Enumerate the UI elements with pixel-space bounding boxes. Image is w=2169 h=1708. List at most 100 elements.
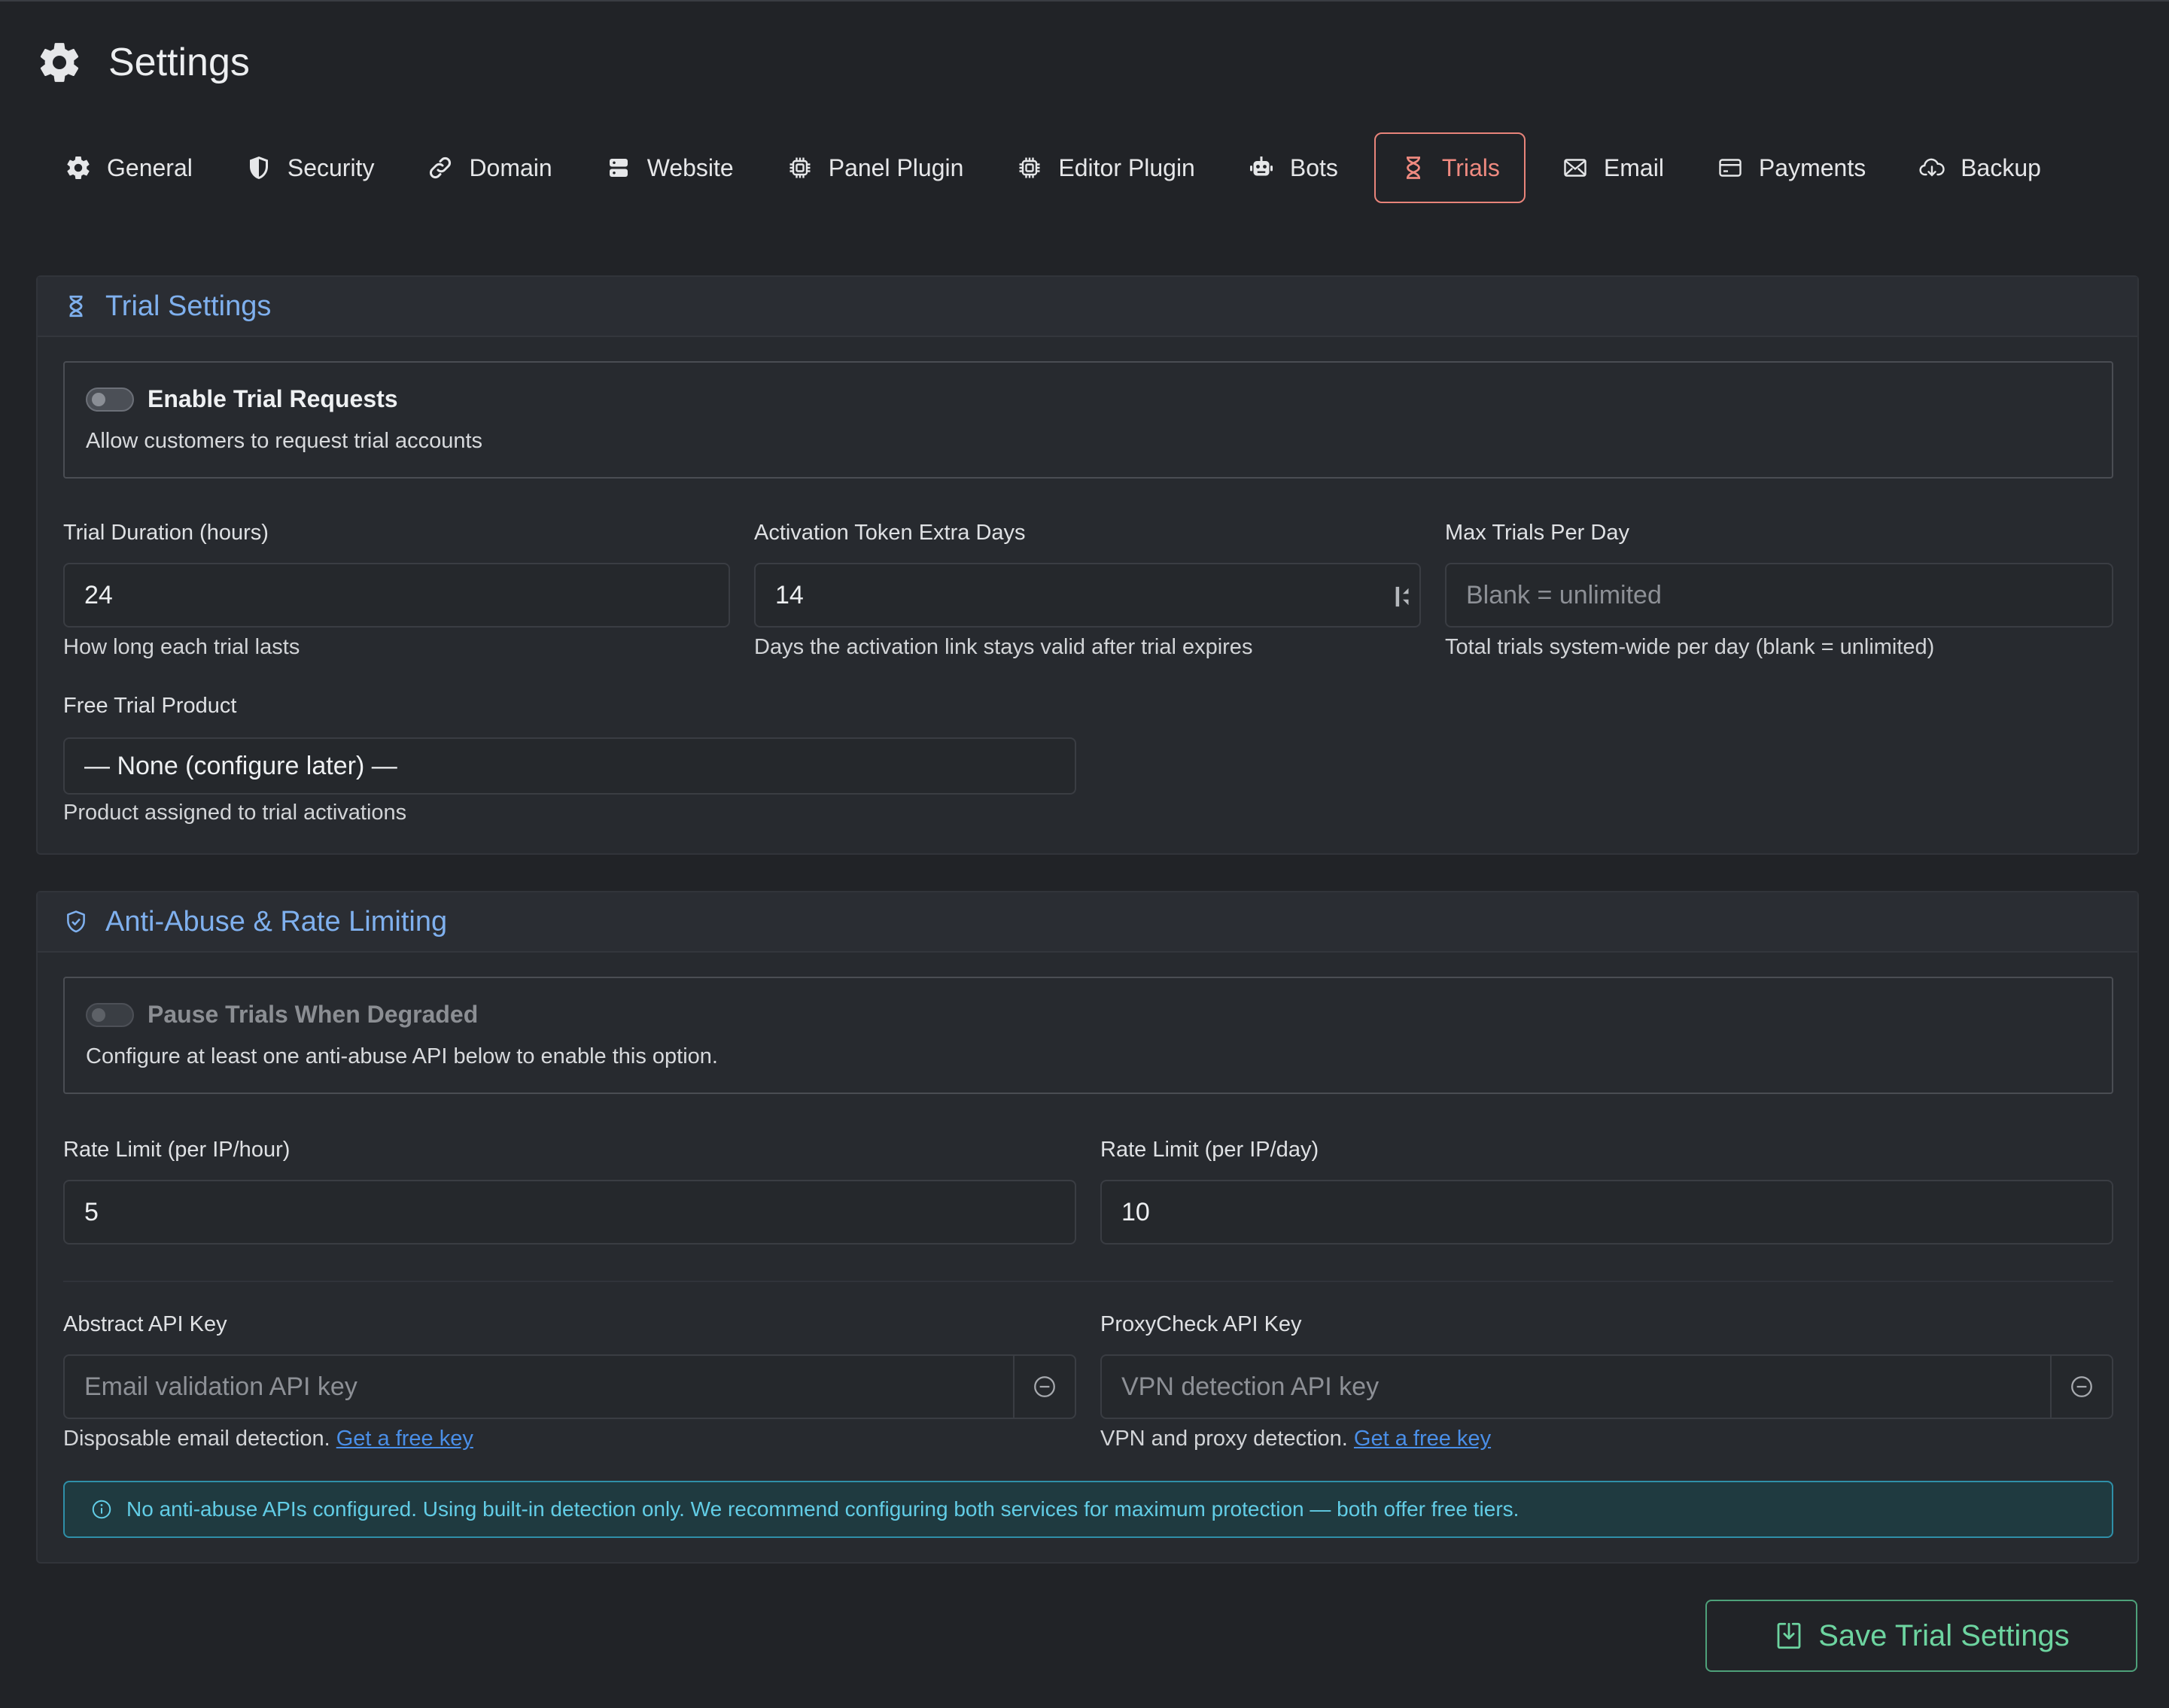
tab-security[interactable]: Security: [229, 132, 391, 203]
pause-trials-row: Pause Trials When Degraded: [86, 1001, 478, 1029]
tab-payments[interactable]: Payments: [1700, 132, 1882, 203]
tab-label: Editor Plugin: [1058, 153, 1195, 181]
tab-email[interactable]: Email: [1545, 132, 1681, 203]
abstract-key-label: Abstract API Key: [63, 1312, 227, 1336]
token-days-help: Days the activation link stays valid aft…: [754, 635, 1253, 659]
page-header: Settings: [36, 38, 250, 87]
pause-trials-toggle[interactable]: [86, 1002, 134, 1027]
number-spinner-icon[interactable]: [1394, 585, 1412, 608]
tab-label: Payments: [1758, 153, 1866, 181]
toggle-description: Configure at least one anti-abuse API be…: [86, 1044, 718, 1068]
trial-settings-header: Trial Settings: [38, 277, 2137, 337]
free-trial-product-help: Product assigned to trial activations: [63, 801, 407, 825]
section-title: Anti-Abuse & Rate Limiting: [105, 905, 448, 938]
cpu-icon: [789, 157, 811, 178]
tab-website[interactable]: Website: [589, 132, 750, 203]
free-trial-product-label: Free Trial Product: [63, 694, 237, 718]
trial-duration-help: How long each trial lasts: [63, 635, 300, 659]
page-title: Settings: [108, 41, 250, 84]
tab-trials[interactable]: Trials: [1373, 132, 1526, 203]
info-circle-icon: [92, 1500, 111, 1519]
abstract-key-help: Disposable email detection. Get a free k…: [63, 1427, 473, 1451]
help-text: VPN and proxy detection.: [1100, 1427, 1348, 1451]
abstract-key-field[interactable]: [63, 1354, 1076, 1419]
tab-label: Domain: [469, 153, 552, 181]
rate-hour-label: Rate Limit (per IP/hour): [63, 1138, 291, 1162]
cloud-download-icon: [1919, 158, 1945, 177]
section-divider: [63, 1281, 2113, 1282]
toggle-title: Pause Trials When Degraded: [148, 1001, 479, 1028]
max-trials-label: Max Trials Per Day: [1445, 521, 1629, 545]
hourglass-icon: [1406, 157, 1420, 179]
trial-settings-card: Trial Settings Enable Trial Requests All…: [36, 275, 2139, 855]
abstract-key-clear-button[interactable]: [1013, 1356, 1075, 1418]
tab-general[interactable]: General: [48, 132, 209, 203]
free-trial-product-select[interactable]: — None (configure later) —: [63, 737, 1076, 795]
settings-tabs: General Security Domain Website Panel Pl…: [48, 132, 2077, 203]
max-trials-input[interactable]: [1466, 580, 2112, 610]
tab-domain[interactable]: Domain: [410, 132, 568, 203]
proxycheck-key-field[interactable]: [1100, 1354, 2113, 1419]
token-days-field[interactable]: [754, 563, 1421, 628]
tab-label: Panel Plugin: [828, 153, 964, 181]
rate-hour-input[interactable]: [84, 1197, 1075, 1227]
tab-backup[interactable]: Backup: [1902, 132, 2058, 203]
tab-editor-plugin[interactable]: Editor Plugin: [999, 132, 1211, 203]
save-download-icon: [1777, 1622, 1801, 1649]
rate-day-label: Rate Limit (per IP/day): [1100, 1138, 1319, 1162]
credit-card-icon: [1719, 159, 1742, 177]
tab-label: Website: [646, 153, 734, 181]
minus-circle-icon: [1034, 1376, 1055, 1397]
select-value: — None (configure later) —: [84, 751, 397, 780]
rate-hour-field[interactable]: [63, 1180, 1076, 1245]
rate-day-field[interactable]: [1100, 1180, 2113, 1245]
trial-duration-field[interactable]: [63, 563, 730, 628]
abstract-key-input[interactable]: [84, 1372, 1007, 1402]
enable-trial-requests-toggle[interactable]: [86, 387, 134, 412]
tab-bots[interactable]: Bots: [1231, 132, 1355, 203]
proxycheck-key-clear-button[interactable]: [2050, 1356, 2112, 1418]
section-title: Trial Settings: [105, 290, 272, 322]
toggle-title: Enable Trial Requests: [148, 385, 398, 412]
max-trials-help: Total trials system-wide per day (blank …: [1445, 635, 1935, 659]
anti-abuse-info-alert: No anti-abuse APIs configured. Using bui…: [63, 1481, 2113, 1538]
link-icon: [430, 157, 452, 178]
minus-circle-icon: [2071, 1376, 2092, 1397]
enable-trial-requests-row: Enable Trial Requests: [86, 385, 398, 413]
max-trials-field[interactable]: [1445, 563, 2113, 628]
enable-trial-requests-box: Enable Trial Requests Allow customers to…: [63, 361, 2113, 479]
alert-text: No anti-abuse APIs configured. Using bui…: [126, 1497, 1520, 1521]
token-days-label: Activation Token Extra Days: [754, 521, 1026, 545]
server-icon: [609, 159, 628, 177]
save-button-label: Save Trial Settings: [1818, 1618, 2070, 1652]
trial-duration-input[interactable]: [84, 580, 729, 610]
toggle-description: Allow customers to request trial account…: [86, 429, 483, 453]
tab-label: Backup: [1961, 153, 2041, 181]
anti-abuse-header: Anti-Abuse & Rate Limiting: [38, 892, 2137, 953]
save-trial-settings-button[interactable]: Save Trial Settings: [1705, 1600, 2137, 1672]
tab-panel-plugin[interactable]: Panel Plugin: [770, 132, 981, 203]
envelope-icon: [1564, 159, 1586, 177]
tab-label: Security: [287, 153, 375, 181]
token-days-input[interactable]: [775, 580, 1419, 610]
tab-label: Bots: [1289, 153, 1338, 181]
tab-label: General: [107, 153, 193, 181]
gear-icon: [67, 156, 90, 179]
tab-label: Trials: [1441, 153, 1500, 181]
proxycheck-key-input[interactable]: [1121, 1372, 2044, 1402]
shield-check-icon: [67, 910, 85, 933]
robot-icon: [1249, 157, 1273, 176]
shield-icon: [249, 157, 268, 179]
help-text: Disposable email detection.: [63, 1427, 330, 1451]
proxycheck-key-label: ProxyCheck API Key: [1100, 1312, 1302, 1336]
gear-icon: [40, 43, 79, 82]
tab-label: Email: [1603, 153, 1664, 181]
abstract-get-free-key-link[interactable]: Get a free key: [336, 1427, 473, 1451]
top-border: [0, 0, 2169, 2]
rate-day-input[interactable]: [1121, 1197, 2112, 1227]
hourglass-icon: [69, 295, 83, 318]
cpu-icon: [1019, 157, 1040, 178]
anti-abuse-card: Anti-Abuse & Rate Limiting Pause Trials …: [36, 891, 2139, 1564]
trial-duration-label: Trial Duration (hours): [63, 521, 269, 545]
proxycheck-get-free-key-link[interactable]: Get a free key: [1354, 1427, 1491, 1451]
